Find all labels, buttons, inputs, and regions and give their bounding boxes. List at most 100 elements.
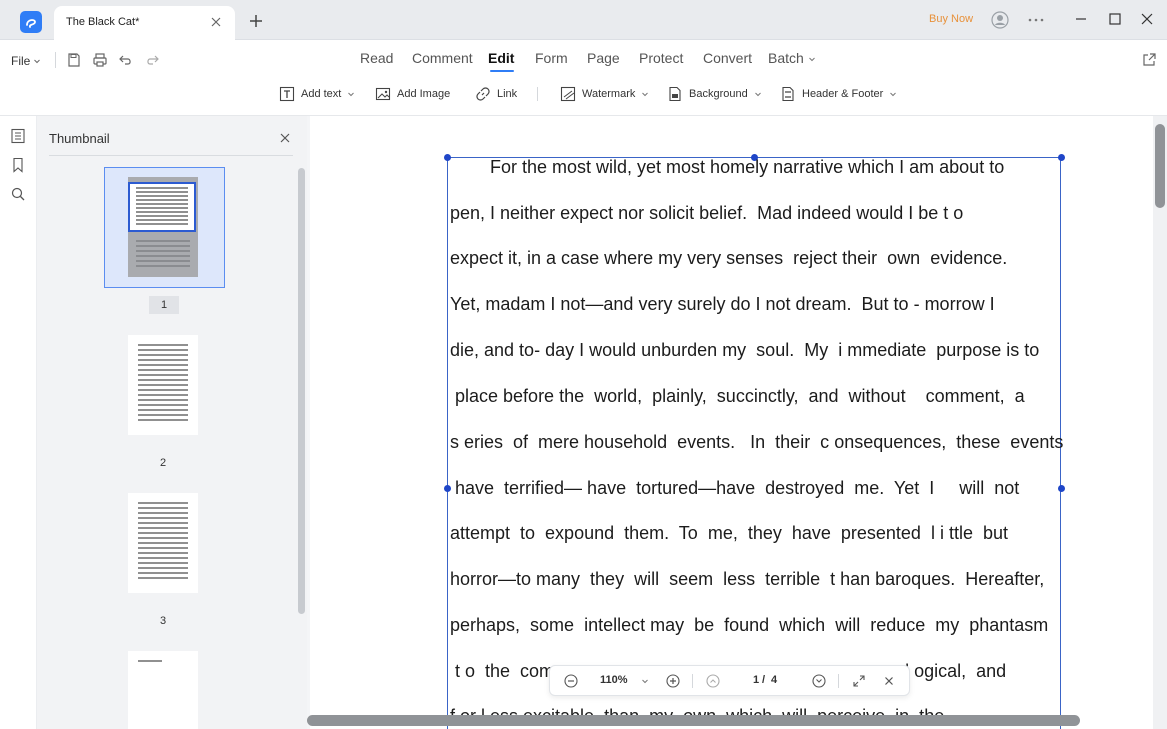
thumbnail-page-4[interactable] [128,651,198,729]
tab-form[interactable]: Form [535,50,568,66]
background-label: Background [689,88,748,100]
add-image-button[interactable]: Add Image [375,86,450,102]
thumbnail-scrollbar[interactable] [298,168,305,614]
document-text-line[interactable]: die, and to- day I would unburden my sou… [450,340,1039,361]
link-button[interactable]: Link [475,86,517,102]
file-menu-label: File [11,54,31,68]
undo-icon[interactable] [118,52,134,68]
tab-read[interactable]: Read [360,50,393,66]
maximize-icon[interactable] [1107,11,1123,27]
zoom-in-icon[interactable] [666,674,680,688]
chevron-down-icon [808,57,815,62]
page-1-preview [128,177,198,277]
header-footer-label: Header & Footer [802,88,884,100]
page-1-viewport [128,182,196,232]
thumbnail-panel-icon[interactable] [10,128,26,144]
close-panel-icon[interactable] [278,131,292,145]
zoom-divider [692,674,693,688]
watermark-icon [560,86,576,102]
chevron-down-icon[interactable] [638,674,652,688]
resize-handle[interactable] [1058,154,1065,161]
tab-comment[interactable]: Comment [412,50,473,66]
total-pages: 4 [771,674,778,686]
document-text-line[interactable]: For the most wild, yet most homely narra… [490,157,1004,178]
fullscreen-icon[interactable] [852,674,866,688]
current-page[interactable]: 1 [753,674,759,686]
close-window-icon[interactable] [1139,11,1155,27]
link-label: Link [497,88,518,100]
link-icon [476,87,490,101]
minimize-icon[interactable] [1073,11,1089,27]
close-tab-icon[interactable] [209,15,223,29]
toolbar-divider [55,52,56,68]
thumbnail-page-2[interactable] [128,335,198,435]
thumbnail-page-3[interactable] [128,493,198,593]
document-text-line[interactable]: Yet, madam I not—and very surely do I no… [450,294,995,315]
new-tab-icon[interactable] [248,13,264,29]
tab-batch-label: Batch [768,50,804,66]
background-button[interactable]: Background [667,86,762,102]
bookmark-icon[interactable] [10,157,26,173]
add-text-button[interactable]: Add text [279,86,355,102]
active-tab-indicator [490,70,514,72]
page-separator: / [762,674,766,686]
close-icon[interactable] [882,674,896,688]
tab-page[interactable]: Page [587,50,620,66]
thumbnail-page-number: 3 [159,615,167,627]
document-text-line[interactable]: s eries of mere household events. In the… [450,432,1063,453]
chevron-down-icon [642,92,649,97]
zoom-toolbar: 110% 1 / 4 [549,665,910,696]
add-text-icon [279,86,295,102]
user-avatar-icon[interactable] [991,11,1009,29]
header-footer-button[interactable]: Header & Footer [780,86,897,102]
horizontal-scrollbar[interactable] [307,715,1080,726]
app-logo-icon [20,11,42,33]
document-text-line[interactable]: perhaps, some intellect may be found whi… [450,615,1048,636]
document-text-line[interactable]: place before the world, plainly, succinc… [450,386,1025,407]
previous-page-icon[interactable] [706,674,720,688]
document-text-line[interactable]: have terrified— have tortured—have destr… [450,478,1019,499]
print-icon[interactable] [92,52,108,68]
tab-convert[interactable]: Convert [703,50,752,66]
vertical-scrollbar[interactable] [1155,124,1165,208]
more-options-icon[interactable] [1027,12,1045,28]
file-menu[interactable]: File [11,54,41,68]
chevron-down-icon [34,59,41,64]
thumbnail-panel-title: Thumbnail [49,131,110,146]
search-icon[interactable] [10,186,26,202]
buy-now-link[interactable]: Buy Now [929,13,973,25]
document-tab[interactable]: The Black Cat* [54,6,235,40]
next-page-icon[interactable] [812,674,826,688]
panel-divider [49,155,293,156]
thumbnail-panel: Thumbnail 1 2 3 [37,116,307,729]
chevron-down-icon [754,92,761,97]
document-page: For the most wild, yet most homely narra… [310,116,1159,729]
open-external-icon[interactable] [1141,52,1157,68]
zoom-level[interactable]: 110% [600,674,628,686]
left-rail [0,116,37,729]
main-toolbar: File Read Comment Edit Form Page Protect… [0,40,1167,116]
document-viewport: For the most wild, yet most homely narra… [307,116,1167,729]
document-text-line[interactable]: pen, I neither expect nor solicit belief… [450,203,963,224]
chevron-down-icon [348,92,355,97]
resize-handle[interactable] [1058,485,1065,492]
zoom-divider [838,674,839,688]
tab-edit[interactable]: Edit [488,50,514,66]
document-text-line[interactable]: attempt to expound them. To me, they hav… [450,523,1008,544]
resize-handle[interactable] [444,154,451,161]
tab-protect[interactable]: Protect [639,50,683,66]
document-text-line[interactable]: horror—to many they will seem less terri… [450,569,1044,590]
redo-icon[interactable] [144,52,160,68]
thumbnail-page-1[interactable] [104,167,225,288]
chevron-down-icon [890,92,897,97]
save-icon[interactable] [66,52,82,68]
tab-batch[interactable]: Batch [768,50,816,66]
thumbnail-page-number: 1 [149,296,179,314]
watermark-button[interactable]: Watermark [560,86,649,102]
header-footer-icon [782,86,794,102]
document-text-line[interactable]: expect it, in a case where my very sense… [450,248,1007,269]
add-text-label: Add text [301,88,342,100]
background-icon [669,86,681,102]
image-icon [375,87,391,101]
zoom-out-icon[interactable] [564,674,578,688]
